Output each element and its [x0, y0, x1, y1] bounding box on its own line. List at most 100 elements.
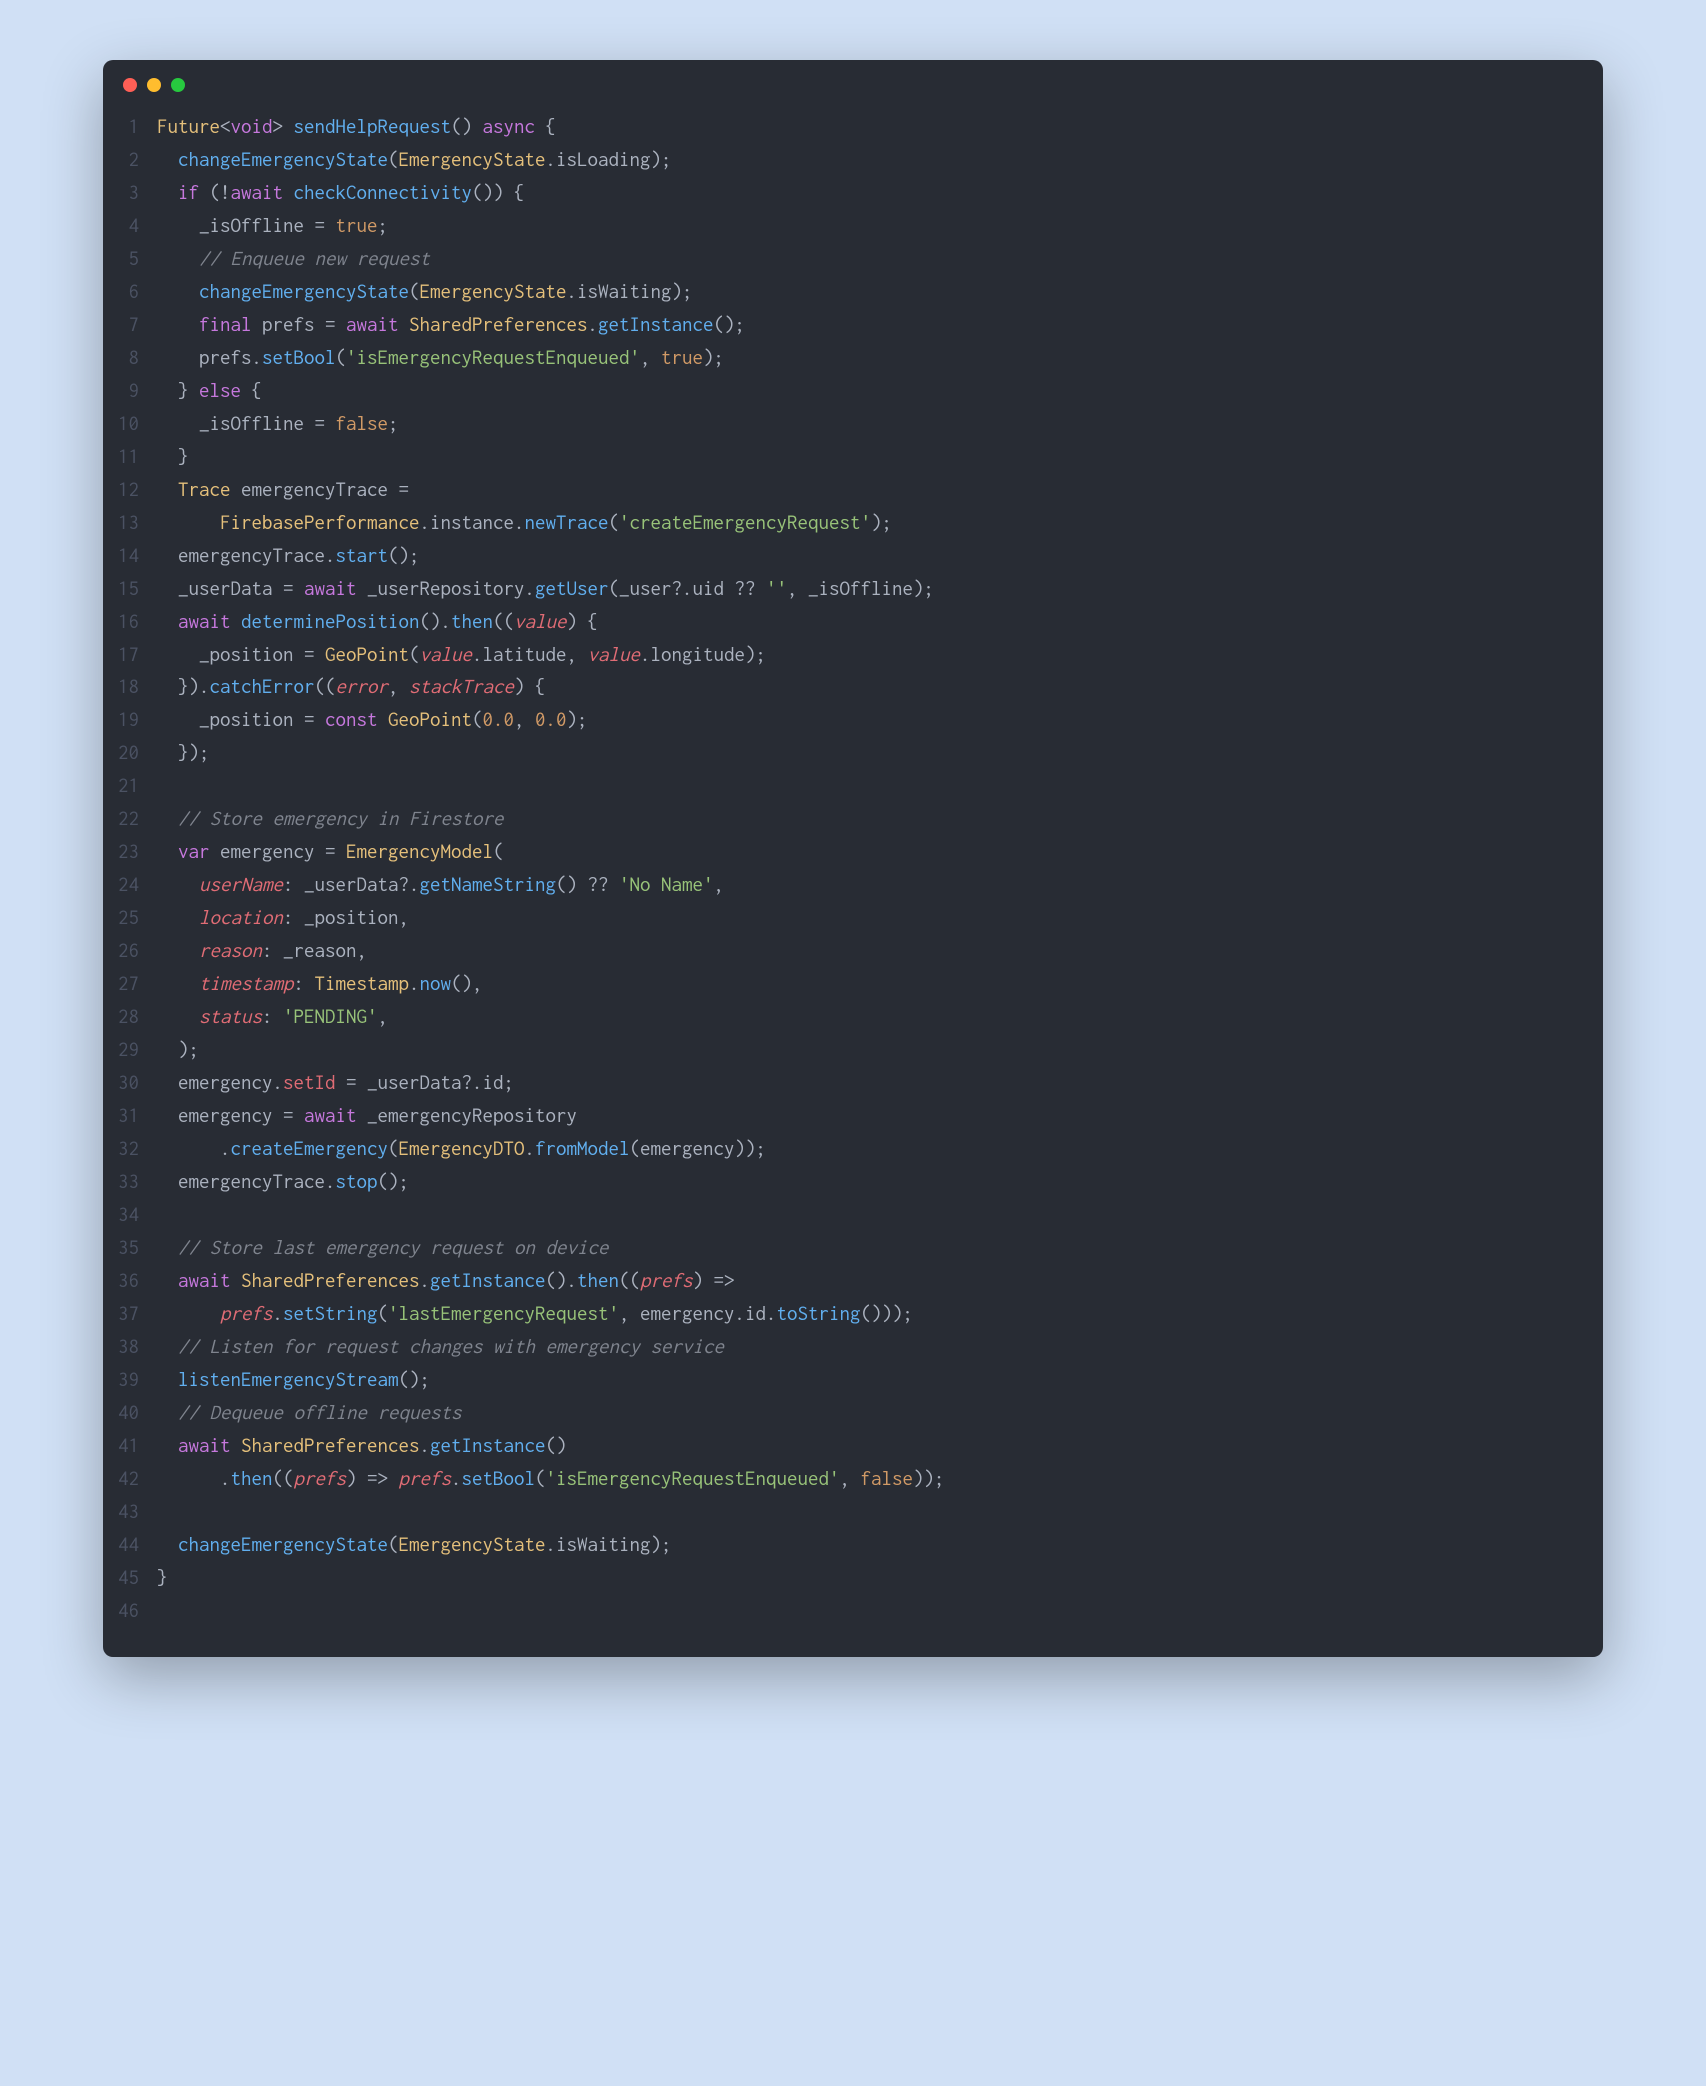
- code-line: 33 emergencyTrace.stop();: [113, 1165, 1579, 1198]
- line-number: 25: [113, 901, 157, 934]
- code-line: 11 }: [113, 440, 1579, 473]
- code-content: changeEmergencyState(EmergencyState.isWa…: [157, 275, 693, 308]
- line-number: 6: [113, 275, 157, 308]
- code-content: emergencyTrace.start();: [157, 539, 420, 572]
- code-content: });: [157, 736, 210, 769]
- code-line: 25 location: _position,: [113, 901, 1579, 934]
- code-line: 31 emergency = await _emergencyRepositor…: [113, 1099, 1579, 1132]
- line-number: 24: [113, 868, 157, 901]
- code-content: emergency.setId = _userData?.id;: [157, 1066, 514, 1099]
- line-number: 5: [113, 242, 157, 275]
- code-line: 19 _position = const GeoPoint(0.0, 0.0);: [113, 703, 1579, 736]
- line-number: 16: [113, 605, 157, 638]
- code-line: 37 prefs.setString('lastEmergencyRequest…: [113, 1297, 1579, 1330]
- code-content: // Store emergency in Firestore: [157, 802, 504, 835]
- code-content: userName: _userData?.getNameString() ?? …: [157, 868, 724, 901]
- line-number: 20: [113, 736, 157, 769]
- code-line: 45}: [113, 1561, 1579, 1594]
- code-line: 24 userName: _userData?.getNameString() …: [113, 868, 1579, 901]
- line-number: 18: [113, 670, 157, 703]
- line-number: 21: [113, 769, 157, 802]
- code-line: 34: [113, 1198, 1579, 1231]
- code-line: 6 changeEmergencyState(EmergencyState.is…: [113, 275, 1579, 308]
- line-number: 7: [113, 308, 157, 341]
- code-line: 17 _position = GeoPoint(value.latitude, …: [113, 638, 1579, 671]
- line-number: 4: [113, 209, 157, 242]
- code-content: emergency = await _emergencyRepository: [157, 1099, 577, 1132]
- code-content: listenEmergencyStream();: [157, 1363, 430, 1396]
- code-line: 2 changeEmergencyState(EmergencyState.is…: [113, 143, 1579, 176]
- code-content: timestamp: Timestamp.now(),: [157, 967, 483, 1000]
- code-line: 35 // Store last emergency request on de…: [113, 1231, 1579, 1264]
- code-content: );: [157, 1033, 199, 1066]
- code-content: FirebasePerformance.instance.newTrace('c…: [157, 506, 892, 539]
- code-line: 5 // Enqueue new request: [113, 242, 1579, 275]
- code-line: 28 status: 'PENDING',: [113, 1000, 1579, 1033]
- code-content: Future<void> sendHelpRequest() async {: [157, 110, 556, 143]
- line-number: 42: [113, 1462, 157, 1495]
- code-content: var emergency = EmergencyModel(: [157, 835, 504, 868]
- line-number: 17: [113, 638, 157, 671]
- code-line: 30 emergency.setId = _userData?.id;: [113, 1066, 1579, 1099]
- code-content: .then((prefs) => prefs.setBool('isEmerge…: [157, 1462, 945, 1495]
- code-line: 41 await SharedPreferences.getInstance(): [113, 1429, 1579, 1462]
- line-number: 37: [113, 1297, 157, 1330]
- code-content: _isOffline = false;: [157, 407, 399, 440]
- line-number: 33: [113, 1165, 157, 1198]
- line-number: 44: [113, 1528, 157, 1561]
- code-line: 22 // Store emergency in Firestore: [113, 802, 1579, 835]
- code-line: 14 emergencyTrace.start();: [113, 539, 1579, 572]
- code-window: 1Future<void> sendHelpRequest() async {2…: [103, 60, 1603, 1657]
- code-line: 46: [113, 1594, 1579, 1627]
- code-content: _position = GeoPoint(value.latitude, val…: [157, 638, 766, 671]
- code-content: location: _position,: [157, 901, 409, 934]
- code-content: await SharedPreferences.getInstance().th…: [157, 1264, 735, 1297]
- line-number: 39: [113, 1363, 157, 1396]
- window-titlebar: [103, 60, 1603, 100]
- line-number: 9: [113, 374, 157, 407]
- code-line: 20 });: [113, 736, 1579, 769]
- line-number: 8: [113, 341, 157, 374]
- code-line: 27 timestamp: Timestamp.now(),: [113, 967, 1579, 1000]
- code-content: } else {: [157, 374, 262, 407]
- line-number: 40: [113, 1396, 157, 1429]
- line-number: 19: [113, 703, 157, 736]
- code-line: 21: [113, 769, 1579, 802]
- maximize-icon[interactable]: [171, 78, 185, 92]
- code-content: prefs.setBool('isEmergencyRequestEnqueue…: [157, 341, 724, 374]
- line-number: 38: [113, 1330, 157, 1363]
- code-line: 26 reason: _reason,: [113, 934, 1579, 967]
- code-content: changeEmergencyState(EmergencyState.isWa…: [157, 1528, 672, 1561]
- code-line: 13 FirebasePerformance.instance.newTrace…: [113, 506, 1579, 539]
- code-content: if (!await checkConnectivity()) {: [157, 176, 525, 209]
- code-content: // Dequeue offline requests: [157, 1396, 462, 1429]
- code-content: }: [157, 440, 189, 473]
- minimize-icon[interactable]: [147, 78, 161, 92]
- line-number: 27: [113, 967, 157, 1000]
- code-line: 3 if (!await checkConnectivity()) {: [113, 176, 1579, 209]
- line-number: 31: [113, 1099, 157, 1132]
- code-content: // Listen for request changes with emerg…: [157, 1330, 724, 1363]
- code-content: prefs.setString('lastEmergencyRequest', …: [157, 1297, 913, 1330]
- line-number: 15: [113, 572, 157, 605]
- code-line: 7 final prefs = await SharedPreferences.…: [113, 308, 1579, 341]
- code-editor[interactable]: 1Future<void> sendHelpRequest() async {2…: [103, 100, 1603, 1657]
- line-number: 45: [113, 1561, 157, 1594]
- code-content: // Store last emergency request on devic…: [157, 1231, 609, 1264]
- code-line: 4 _isOffline = true;: [113, 209, 1579, 242]
- code-line: 15 _userData = await _userRepository.get…: [113, 572, 1579, 605]
- code-content: reason: _reason,: [157, 934, 367, 967]
- code-line: 10 _isOffline = false;: [113, 407, 1579, 440]
- code-content: await determinePosition().then((value) {: [157, 605, 598, 638]
- code-content: changeEmergencyState(EmergencyState.isLo…: [157, 143, 672, 176]
- code-content: _userData = await _userRepository.getUse…: [157, 572, 934, 605]
- close-icon[interactable]: [123, 78, 137, 92]
- line-number: 11: [113, 440, 157, 473]
- line-number: 43: [113, 1495, 157, 1528]
- code-content: final prefs = await SharedPreferences.ge…: [157, 308, 745, 341]
- line-number: 46: [113, 1594, 157, 1627]
- line-number: 30: [113, 1066, 157, 1099]
- code-line: 9 } else {: [113, 374, 1579, 407]
- line-number: 12: [113, 473, 157, 506]
- code-content: _isOffline = true;: [157, 209, 388, 242]
